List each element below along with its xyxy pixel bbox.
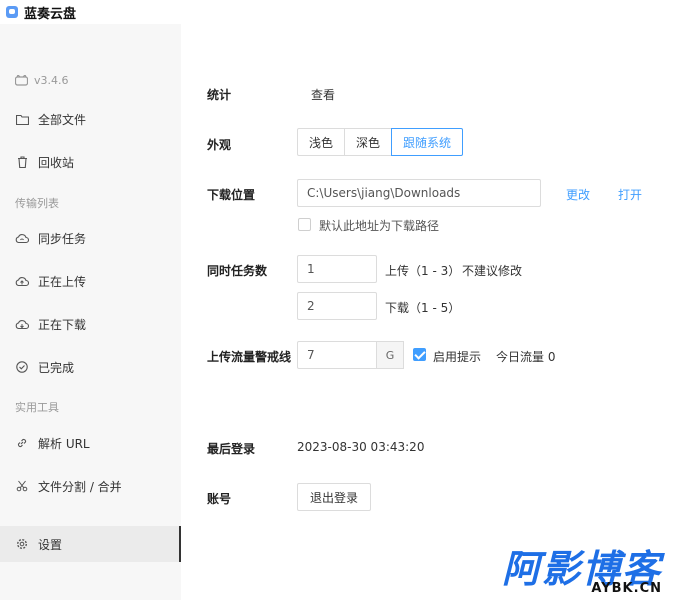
enable-alert-checkbox[interactable] xyxy=(413,348,426,361)
cloud-download-icon xyxy=(15,317,29,331)
upload-limit-label: 上传流量警戒线 xyxy=(207,350,292,364)
upload-concurrency-input[interactable]: 1 xyxy=(297,255,377,283)
download-concurrency-text: 下载（1 - 5） xyxy=(385,301,461,315)
open-folder-link[interactable]: 打开 xyxy=(618,186,642,203)
sidebar-item-label: 回收站 xyxy=(38,155,75,170)
sidebar: v3.4.6 全部文件 回收站 传输列表 同步任务 正在上传 正在下载 已完成 … xyxy=(0,24,181,600)
sidebar-item-recycle-bin[interactable]: 回收站 xyxy=(0,144,181,180)
upload-limit-unit: G xyxy=(377,341,404,369)
github-icon[interactable] xyxy=(15,75,28,86)
trash-icon xyxy=(15,155,29,169)
sidebar-item-label: 全部文件 xyxy=(38,112,87,127)
sidebar-item-all-files[interactable]: 全部文件 xyxy=(0,101,181,137)
settings-panel: 统计 查看 外观 浅色 深色 跟随系统 下载位置 C:\Users\jiang\… xyxy=(181,24,682,600)
sidebar-item-label: 正在上传 xyxy=(38,274,87,289)
link-icon xyxy=(15,436,29,450)
download-location-label: 下载位置 xyxy=(207,188,256,202)
app-logo-icon xyxy=(6,6,18,18)
check-circle-icon xyxy=(15,360,29,374)
sidebar-item-file-split-merge[interactable]: 文件分割 / 合并 xyxy=(0,468,181,504)
stats-label: 统计 xyxy=(207,88,232,102)
upload-limit-input[interactable]: 7 xyxy=(297,341,377,369)
enable-alert-label: 启用提示 xyxy=(433,350,482,364)
download-path-input[interactable]: C:\Users\jiang\Downloads xyxy=(297,179,541,207)
appearance-option-dark[interactable]: 深色 xyxy=(344,128,393,156)
appearance-label: 外观 xyxy=(207,138,232,152)
account-label: 账号 xyxy=(207,492,232,506)
default-path-checkbox[interactable] xyxy=(298,218,311,231)
stats-view-link[interactable]: 查看 xyxy=(311,86,335,103)
sidebar-item-label: 文件分割 / 合并 xyxy=(38,479,122,494)
scissors-icon xyxy=(15,479,29,493)
today-traffic-text: 今日流量 0 xyxy=(496,350,556,364)
sidebar-item-label: 设置 xyxy=(38,537,63,552)
cloud-sync-icon xyxy=(15,231,29,245)
gear-icon xyxy=(15,537,29,551)
upload-concurrency-text: 上传（1 - 3） xyxy=(385,264,461,278)
app-title: 蓝奏云盘 xyxy=(24,6,77,22)
change-path-link[interactable]: 更改 xyxy=(566,186,590,203)
download-concurrency-input[interactable]: 2 xyxy=(297,292,377,320)
sidebar-item-completed[interactable]: 已完成 xyxy=(0,349,181,385)
sidebar-item-label: 解析 URL xyxy=(38,436,90,451)
sidebar-item-label: 正在下载 xyxy=(38,317,87,332)
watermark-sub-text: AYBK.CN xyxy=(591,581,662,596)
logout-button[interactable]: 退出登录 xyxy=(297,483,372,511)
section-label-tools: 实用工具 xyxy=(15,401,59,414)
sidebar-item-settings[interactable]: 设置 xyxy=(0,526,181,562)
appearance-option-light[interactable]: 浅色 xyxy=(297,128,346,156)
section-label-transfer: 传输列表 xyxy=(15,197,59,210)
watermark-logo: 阿影博客 AYBK.CN xyxy=(502,549,662,596)
sidebar-item-uploading[interactable]: 正在上传 xyxy=(0,263,181,299)
sidebar-item-sync-tasks[interactable]: 同步任务 xyxy=(0,220,181,256)
appearance-option-system[interactable]: 跟随系统 xyxy=(391,128,464,156)
title-bar: 蓝奏云盘 xyxy=(0,0,682,24)
cloud-upload-icon xyxy=(15,274,29,288)
upload-concurrency-hint: 不建议修改 xyxy=(462,264,523,278)
concurrent-tasks-label: 同时任务数 xyxy=(207,264,268,278)
sidebar-item-parse-url[interactable]: 解析 URL xyxy=(0,425,181,461)
version-label: v3.4.6 xyxy=(34,74,69,87)
version-info: v3.4.6 xyxy=(15,74,69,87)
folder-icon xyxy=(15,112,29,126)
last-login-value: 2023-08-30 03:43:20 xyxy=(297,440,425,454)
sidebar-item-label: 同步任务 xyxy=(38,231,87,246)
sidebar-item-downloading[interactable]: 正在下载 xyxy=(0,306,181,342)
appearance-segmented-control: 浅色 深色 跟随系统 xyxy=(297,128,464,156)
default-path-label: 默认此地址为下载路径 xyxy=(319,219,440,233)
last-login-label: 最后登录 xyxy=(207,442,256,456)
sidebar-item-label: 已完成 xyxy=(38,360,75,375)
